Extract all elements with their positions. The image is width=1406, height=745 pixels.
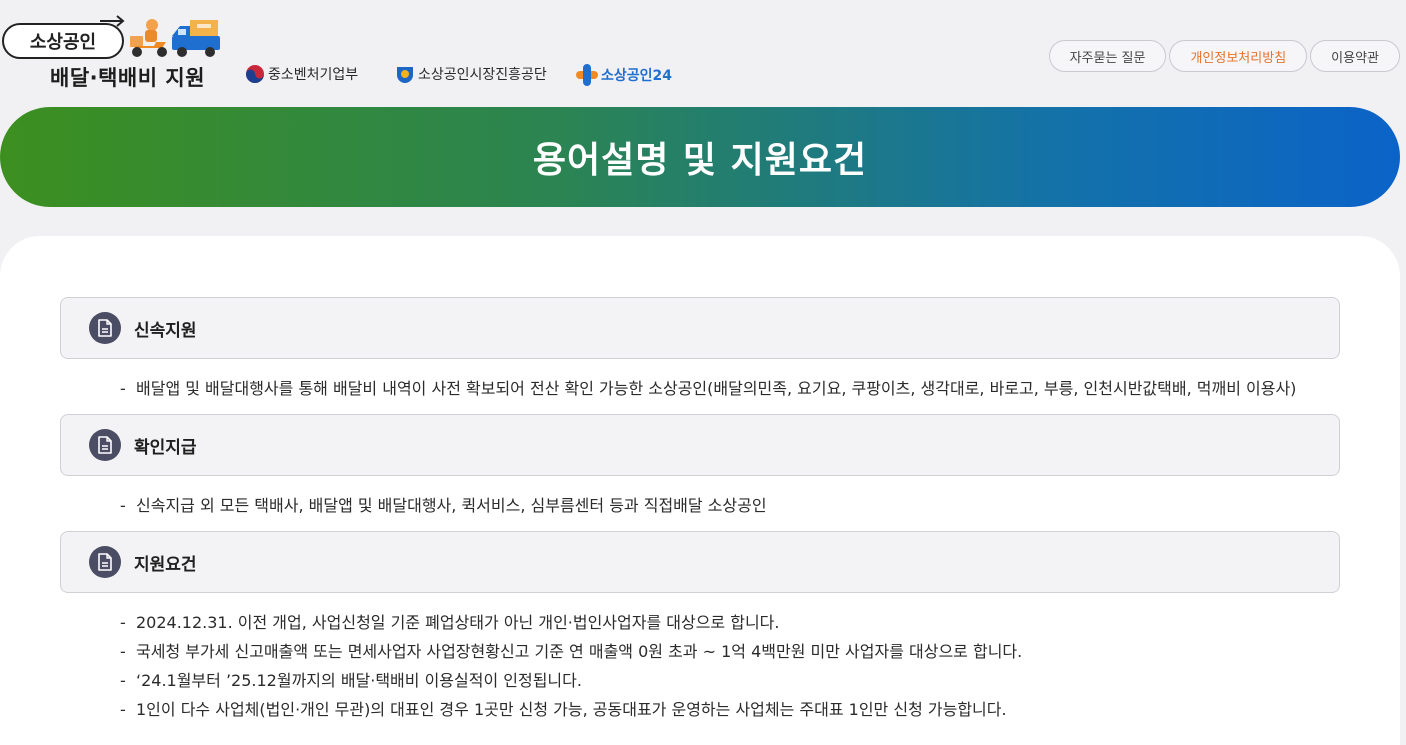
taegeuk-icon bbox=[246, 65, 264, 83]
faq-link[interactable]: 자주묻는 질문 bbox=[1048, 40, 1167, 72]
list-item: - 신속지급 외 모든 택배사, 배달앱 및 배달대행사, 퀵서비스, 심부름센터… bbox=[120, 496, 767, 515]
section-title: 신속지원 bbox=[134, 320, 197, 341]
sb24-logo-icon bbox=[576, 64, 598, 86]
section-list-requirements: -2024.12.31. 이전 개업, 사업신청일 기준 폐업상태가 아닌 개인… bbox=[120, 608, 1022, 724]
delivery-truck-icon bbox=[172, 20, 220, 57]
document-icon bbox=[89, 546, 121, 578]
org-sb24[interactable]: 소상공인24 bbox=[576, 64, 672, 86]
top-links: 자주묻는 질문 개인정보처리방침 이용약관 bbox=[1048, 40, 1400, 72]
org-mss[interactable]: 중소벤처기업부 bbox=[245, 64, 358, 84]
page-title: 용어설명 및 지원요건 bbox=[532, 140, 868, 181]
list-item: - 국세청 부가세 신고매출액 또는 면세사업자 사업장현황신고 기준 연 매출액… bbox=[120, 642, 1023, 661]
logo-pill: 소상공인 bbox=[2, 23, 124, 59]
delivery-scooter-icon bbox=[130, 19, 167, 57]
site-header: 소상공인 배달·택배비 지원 중소벤처기업부 소상공인시장진흥공단 소상공인24… bbox=[0, 0, 1406, 100]
content-card: 신속지원 - 배달앱 및 배달대행사를 통해 배달비 내역이 사전 확보되어 전산… bbox=[0, 236, 1400, 745]
org-mss-label: 중소벤처기업부 bbox=[268, 67, 359, 83]
document-icon bbox=[89, 429, 121, 461]
list-item: -1인이 다수 사업체(법인·개인 무관)의 대표인 경우 1곳만 신청 가능,… bbox=[120, 700, 1007, 719]
page-banner: 용어설명 및 지원요건 bbox=[0, 107, 1400, 207]
section-list-confirm-payment: - 신속지급 외 모든 택배사, 배달앱 및 배달대행사, 퀵서비스, 심부름센터… bbox=[120, 491, 767, 520]
document-icon bbox=[89, 312, 121, 344]
org-semas-label: 소상공인시장진흥공단 bbox=[418, 67, 547, 83]
semas-logo-icon bbox=[397, 67, 413, 83]
section-header-fast-support: 신속지원 bbox=[60, 297, 1340, 359]
org-sb24-label: 소상공인24 bbox=[601, 68, 673, 84]
section-list-fast-support: - 배달앱 및 배달대행사를 통해 배달비 내역이 사전 확보되어 전산 확인 가… bbox=[120, 374, 1296, 403]
list-item: - ‘24.1월부터 ’25.12월까지의 배달·택배비 이용실적이 인정됩니다. bbox=[120, 671, 582, 690]
logo-subtitle: 배달·택배비 지원 bbox=[50, 66, 206, 90]
section-title: 확인지급 bbox=[134, 437, 197, 458]
section-header-requirements: 지원요건 bbox=[60, 531, 1340, 593]
list-item: - 배달앱 및 배달대행사를 통해 배달비 내역이 사전 확보되어 전산 확인 가… bbox=[120, 379, 1297, 398]
logo-pill-text: 소상공인 bbox=[29, 32, 97, 53]
list-item: -2024.12.31. 이전 개업, 사업신청일 기준 폐업상태가 아닌 개인… bbox=[120, 613, 780, 632]
privacy-policy-link[interactable]: 개인정보처리방침 bbox=[1169, 40, 1308, 72]
logo-arrow-icon bbox=[100, 15, 125, 27]
org-semas[interactable]: 소상공인시장진흥공단 bbox=[395, 64, 547, 84]
section-title: 지원요건 bbox=[134, 554, 197, 575]
section-header-confirm-payment: 확인지급 bbox=[60, 414, 1340, 476]
terms-link[interactable]: 이용약관 bbox=[1310, 40, 1400, 72]
